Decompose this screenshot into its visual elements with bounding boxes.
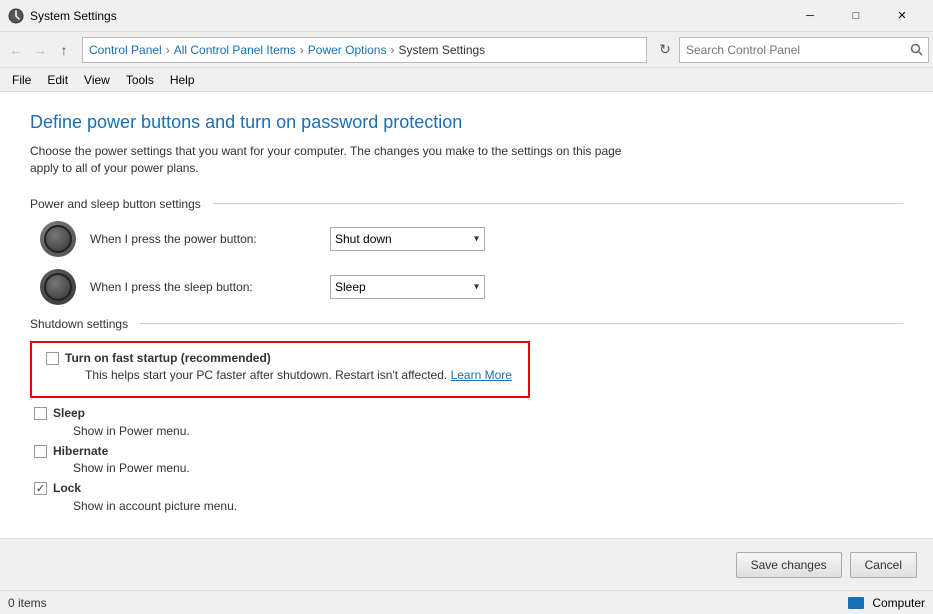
nav-cluster: ← → ↑ <box>4 38 76 62</box>
fast-startup-label: Turn on fast startup (recommended) <box>65 351 271 365</box>
status-right: Computer <box>848 596 925 610</box>
menu-file[interactable]: File <box>4 71 39 89</box>
cancel-button[interactable]: Cancel <box>850 552 917 578</box>
content-area: Define power buttons and turn on passwor… <box>0 92 933 538</box>
power-button-dropdown-wrapper: Do nothing Sleep Hibernate Shut down Tur… <box>330 227 485 251</box>
page-description: Choose the power settings that you want … <box>30 143 630 177</box>
save-changes-button[interactable]: Save changes <box>736 552 842 578</box>
lock-option-description: Show in account picture menu. <box>73 499 237 513</box>
lock-option-checkbox[interactable] <box>34 482 47 495</box>
power-button-icon <box>40 221 76 257</box>
forward-button[interactable]: → <box>28 38 52 62</box>
window-controls: ─ □ ✕ <box>787 0 925 32</box>
page-title: Define power buttons and turn on passwor… <box>30 112 903 133</box>
shutdown-section-header: Shutdown settings <box>30 317 903 331</box>
sleep-button-row: When I press the sleep button: Do nothin… <box>30 269 903 305</box>
power-button-row: When I press the power button: Do nothin… <box>30 221 903 257</box>
fast-startup-row: Turn on fast startup (recommended) This … <box>42 351 518 383</box>
sleep-button-dropdown[interactable]: Do nothing Sleep Hibernate Shut down Tur… <box>330 275 485 299</box>
menu-view[interactable]: View <box>76 71 118 89</box>
hibernate-option-wrapper: Hibernate Show in Power menu. <box>34 444 190 476</box>
power-button-label: When I press the power button: <box>90 232 330 246</box>
fast-startup-box: Turn on fast startup (recommended) This … <box>30 341 530 399</box>
fast-startup-description: This helps start your PC faster after sh… <box>85 368 512 382</box>
title-bar: System Settings ─ □ ✕ <box>0 0 933 32</box>
window-icon <box>8 8 24 24</box>
sleep-button-label: When I press the sleep button: <box>90 280 330 294</box>
sleep-option-checkbox[interactable] <box>34 407 47 420</box>
power-sleep-section-header: Power and sleep button settings <box>30 197 903 211</box>
hibernate-option-row: Hibernate Show in Power menu. <box>30 444 903 476</box>
search-icon <box>910 43 923 56</box>
hibernate-option-description: Show in Power menu. <box>73 461 190 475</box>
sleep-option-row: Sleep Show in Power menu. <box>30 406 903 438</box>
sleep-option-wrapper: Sleep Show in Power menu. <box>34 406 190 438</box>
breadcrumb-system-settings: System Settings <box>398 43 485 57</box>
breadcrumb-power-options[interactable]: Power Options <box>308 43 387 57</box>
sleep-option-description: Show in Power menu. <box>73 424 190 438</box>
sleep-button-icon <box>40 269 76 305</box>
minimize-button[interactable]: ─ <box>787 0 833 32</box>
up-button[interactable]: ↑ <box>52 38 76 62</box>
close-button[interactable]: ✕ <box>879 0 925 32</box>
refresh-button[interactable]: ↻ <box>653 38 677 62</box>
menu-help[interactable]: Help <box>162 71 203 89</box>
computer-icon <box>848 597 864 609</box>
back-button[interactable]: ← <box>4 38 28 62</box>
maximize-button[interactable]: □ <box>833 0 879 32</box>
power-button-dropdown[interactable]: Do nothing Sleep Hibernate Shut down Tur… <box>330 227 485 251</box>
sleep-button-dropdown-wrapper: Do nothing Sleep Hibernate Shut down Tur… <box>330 275 485 299</box>
fast-startup-checkbox[interactable] <box>46 352 59 365</box>
window-title: System Settings <box>30 9 787 23</box>
main-content: Define power buttons and turn on passwor… <box>0 92 933 590</box>
breadcrumb-control-panel[interactable]: Control Panel <box>89 43 162 57</box>
learn-more-link[interactable]: Learn More <box>451 368 512 382</box>
breadcrumb: Control Panel › All Control Panel Items … <box>82 37 647 63</box>
shutdown-section: Shutdown settings Turn on fast startup (… <box>30 317 903 513</box>
lock-option-row: Lock Show in account picture menu. <box>30 481 903 513</box>
bottom-action-bar: Save changes Cancel <box>0 538 933 590</box>
address-bar: ← → ↑ Control Panel › All Control Panel … <box>0 32 933 68</box>
search-input[interactable] <box>680 38 904 62</box>
status-bar: 0 items Computer <box>0 590 933 614</box>
hibernate-option-checkbox[interactable] <box>34 445 47 458</box>
computer-label: Computer <box>872 596 925 610</box>
status-items-count: 0 items <box>8 596 47 610</box>
lock-option-wrapper: Lock Show in account picture menu. <box>34 481 237 513</box>
search-icon-button[interactable] <box>904 38 928 62</box>
hibernate-option-label: Hibernate <box>53 444 108 458</box>
breadcrumb-all-items[interactable]: All Control Panel Items <box>174 43 296 57</box>
sleep-option-label: Sleep <box>53 406 85 420</box>
search-box <box>679 37 929 63</box>
lock-option-label: Lock <box>53 481 81 495</box>
menu-tools[interactable]: Tools <box>118 71 162 89</box>
menu-bar: File Edit View Tools Help <box>0 68 933 92</box>
menu-edit[interactable]: Edit <box>39 71 76 89</box>
fast-startup-wrapper: Turn on fast startup (recommended) This … <box>46 351 512 383</box>
